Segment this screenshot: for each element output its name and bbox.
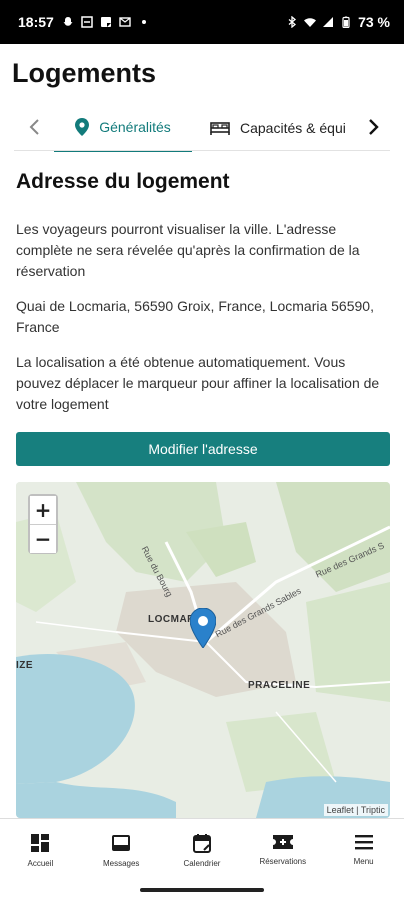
chevron-right-icon [369,119,379,135]
location-pin-icon [75,118,90,136]
home-indicator[interactable] [140,888,264,892]
nav-label: Calendrier [183,859,221,868]
zoom-out-button[interactable]: − [30,525,56,553]
chevron-left-icon [29,119,39,135]
ticket-icon [272,835,293,849]
notification-icons [62,16,150,28]
modify-address-button[interactable]: Modifier l'adresse [16,432,390,466]
bed-icon [210,122,230,135]
map-label-praceline: PRACELINE [248,680,311,691]
wifi-icon [304,18,317,27]
zoom-control: + − [28,494,58,554]
nav-messages[interactable]: Messages [81,819,162,880]
map-marker-icon [189,607,217,649]
calendar-icon [192,834,211,853]
dashboard-icon [31,834,50,852]
inbox-icon [112,835,131,851]
battery-percent: 73 % [358,14,390,30]
tab-bar: Généralités Capacités & équi [0,104,404,152]
nav-menu[interactable]: Menu [323,819,404,880]
snapchat-icon [63,17,73,26]
nav-label: Messages [102,859,140,868]
mail-icon [119,17,131,27]
nav-accueil[interactable]: Accueil [0,819,81,880]
map-label-edge: IZE [16,660,34,671]
bluetooth-icon [288,16,297,28]
note-icon [100,17,111,27]
map-attribution[interactable]: Leaflet | Triptic [323,804,388,816]
address-text: Quai de Locmaria, 56590 Groix, France, L… [16,298,374,335]
nav-reservations[interactable]: Réservations [242,819,323,880]
tab-label: Généralités [99,119,171,135]
tab-capacites[interactable]: Capacités & équi [210,104,358,152]
bottom-navigation: Accueil Messages Calendrier Réservations… [0,818,404,880]
tabs-scroll-right-button[interactable] [360,114,386,140]
zoom-in-button[interactable]: + [30,496,56,524]
location-note: La localisation a été obtenue automatiqu… [16,354,380,412]
map[interactable]: + − Rue du Bourg Rue des Grands Sables R… [16,482,390,818]
nav-label: Réservations [259,857,307,866]
location-marker[interactable] [189,607,217,653]
menu-icon [354,835,373,850]
map-label-locmaria: LOCMAR [148,614,195,625]
dot-icon [141,20,146,24]
section-title: Adresse du logement [16,170,230,193]
nav-label: Menu [353,857,374,866]
info-text: Les voyageurs pourront visualiser la vil… [16,221,360,279]
status-bar: 18:57 73 % [0,0,404,44]
system-icons: 73 % [286,14,390,30]
status-time: 18:57 [18,14,54,30]
tab-generalites[interactable]: Généralités [54,104,192,152]
tabs-scroll-left-button[interactable] [22,114,48,140]
tab-divider [14,150,390,151]
tab-label: Capacités & équi [240,120,346,136]
signal-icon [323,17,334,27]
app-icon [81,16,93,28]
page-title: Logements [12,58,157,88]
battery-icon [342,16,350,28]
nav-label: Accueil [27,859,54,868]
nav-calendrier[interactable]: Calendrier [162,819,243,880]
